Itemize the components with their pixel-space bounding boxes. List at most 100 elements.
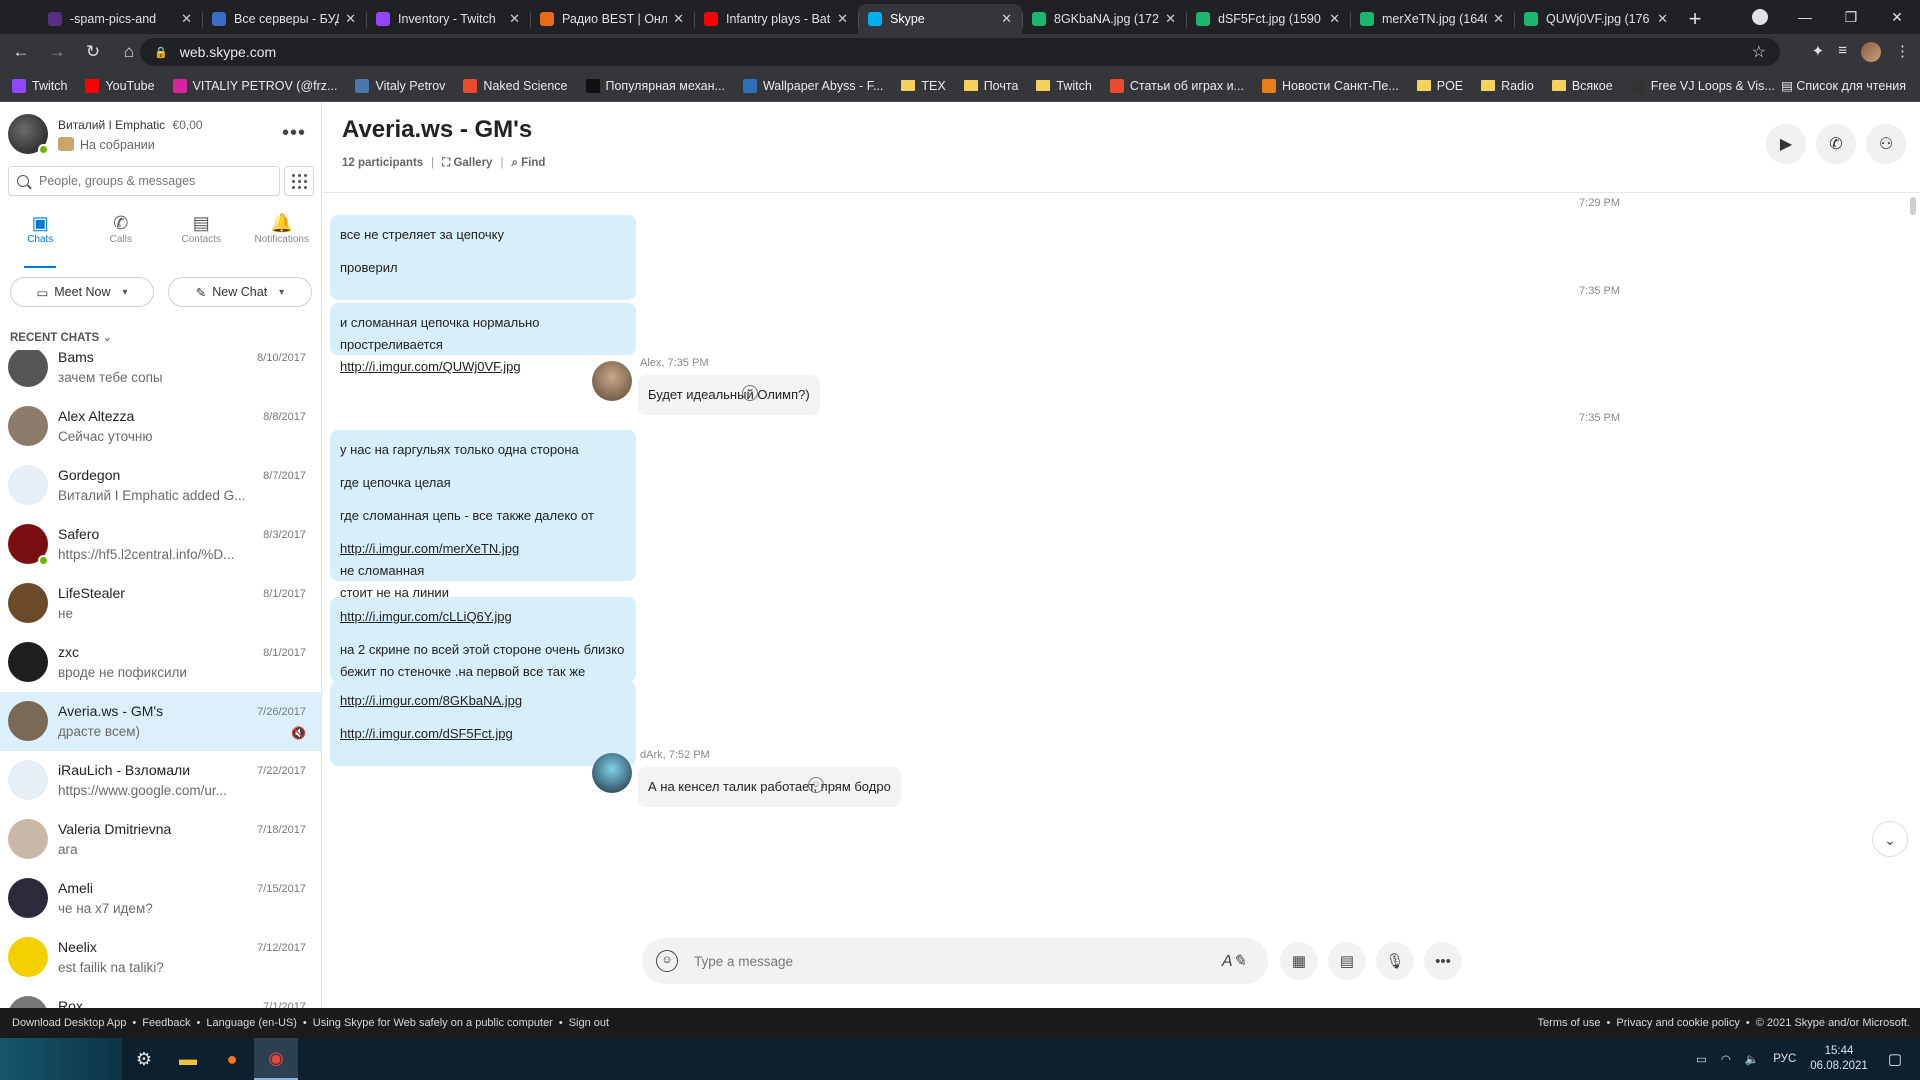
minimize-icon[interactable]: — <box>1782 9 1828 25</box>
maximize-icon[interactable]: ❐ <box>1828 9 1874 26</box>
find-link[interactable]: ⌕ Find <box>511 157 545 170</box>
chat-list-item[interactable]: LifeStealer не 8/1/2017 <box>0 574 322 633</box>
wifi-icon[interactable]: ◠ <box>1721 1052 1731 1066</box>
avatar[interactable] <box>592 753 632 793</box>
bookmark-item[interactable]: Radio <box>1481 79 1534 93</box>
chrome-profile-icon[interactable] <box>1752 9 1768 25</box>
bookmark-item[interactable]: Статьи об играх и... <box>1109 78 1244 93</box>
tab-close-icon[interactable]: ✕ <box>837 11 848 27</box>
close-window-icon[interactable]: ✕ <box>1874 9 1920 26</box>
reading-list-icon[interactable]: ≡ <box>1838 42 1847 62</box>
chat-list-item[interactable]: zxc вроде не пофиксили 8/1/2017 <box>0 633 322 692</box>
notification-center-icon[interactable]: ▢ <box>1888 1050 1902 1068</box>
url-bar[interactable]: 🔒 web.skype.com ☆ <box>140 38 1780 66</box>
tab-close-icon[interactable]: ✕ <box>181 11 192 27</box>
browser-tab[interactable]: 8GKbaNA.jpg (172 ✕ <box>1022 4 1186 34</box>
add-reaction-icon[interactable]: ☺ <box>808 777 824 793</box>
new-chat-button[interactable]: ✎ New Chat ▾ <box>168 277 312 307</box>
bookmark-item[interactable]: Популярная механ... <box>585 78 725 93</box>
gallery-link[interactable]: ⛶ Gallery <box>442 157 492 170</box>
browser-tab[interactable]: dSF5Fct.jpg (1590 ✕ <box>1186 4 1350 34</box>
avatar[interactable] <box>592 361 632 401</box>
clock[interactable]: 15:44 06.08.2021 <box>1810 1044 1868 1074</box>
settings-gear-icon[interactable]: ⚙ <box>122 1038 166 1080</box>
nav-contacts[interactable]: ▤ Contacts <box>161 208 242 264</box>
recent-chats-header[interactable]: RECENT CHATS ⌄ <box>10 330 112 344</box>
browser-tab[interactable]: Радио BEST | Онла ✕ <box>530 4 694 34</box>
footer-link[interactable]: Feedback <box>142 1017 190 1029</box>
browser-tab[interactable]: merXeTN.jpg (1640 ✕ <box>1350 4 1514 34</box>
reading-list-button[interactable]: ▤ Список для чтения <box>1781 78 1906 93</box>
firefox-icon[interactable]: ● <box>210 1038 254 1080</box>
bookmark-item[interactable]: Почта <box>963 79 1018 93</box>
start-button[interactable] <box>0 1038 122 1080</box>
add-reaction-icon[interactable]: ☺ <box>742 385 758 401</box>
scrollbar-thumb[interactable] <box>1910 197 1916 215</box>
tab-close-icon[interactable]: ✕ <box>1001 11 1012 27</box>
reload-icon[interactable]: ↻ <box>78 42 108 62</box>
chat-list-item[interactable]: Gordegon Виталий I Emphatic added G... 8/7… <box>0 456 322 515</box>
voice-message-button[interactable]: 🎙 <box>1376 942 1414 980</box>
chat-list-item[interactable]: Ameli че на x7 идем? 7/15/2017 <box>0 869 322 928</box>
bookmark-item[interactable]: YouTube <box>85 78 155 93</box>
chat-list-item[interactable]: iRauLich - Взломали https://www.google.co… <box>0 751 322 810</box>
chat-list-item[interactable]: Valeria Dmitrievna ага 7/18/2017 <box>0 810 322 869</box>
browser-menu-icon[interactable]: ⋮ <box>1895 42 1910 62</box>
footer-link[interactable]: Terms of use <box>1538 1017 1601 1029</box>
add-people-button[interactable]: ⚇ <box>1866 124 1906 164</box>
tab-close-icon[interactable]: ✕ <box>1657 11 1668 27</box>
footer-link[interactable]: Language (en-US) <box>206 1017 297 1029</box>
browser-tab[interactable]: Все серверы - БУДЕ ✕ <box>202 4 366 34</box>
file-explorer-icon[interactable]: ▬ <box>166 1038 210 1080</box>
dialpad-icon[interactable] <box>284 166 314 196</box>
more-options-icon[interactable]: ••• <box>282 122 306 145</box>
footer-link[interactable]: Sign out <box>569 1017 609 1029</box>
meet-now-button[interactable]: ▭ Meet Now ▾ <box>10 277 154 307</box>
profile-card[interactable]: Виталий I Emphatic €0,00 На собрании ••• <box>8 110 314 162</box>
volume-icon[interactable]: 🔈 <box>1745 1052 1759 1066</box>
message-list[interactable]: ⌄ 7:29 PM все не стреляет за цепочку прове… <box>322 193 1920 913</box>
chat-list-item[interactable]: Rox 7/1/2017 <box>0 987 322 1008</box>
video-call-button[interactable]: ▶ <box>1766 124 1806 164</box>
language-indicator[interactable]: РУС <box>1773 1053 1796 1065</box>
footer-link[interactable]: Privacy and cookie policy <box>1616 1017 1740 1029</box>
bookmark-item[interactable]: Naked Science <box>463 78 568 93</box>
conversation-title[interactable]: Averia.ws - GM's <box>342 116 532 144</box>
chrome-taskbar-icon[interactable]: ◉ <box>254 1038 298 1080</box>
profile-avatar[interactable] <box>1861 42 1881 62</box>
browser-tab[interactable]: Infantry plays - Bat ✕ <box>694 4 858 34</box>
format-text-icon[interactable]: A✎ <box>1222 951 1246 971</box>
forward-icon[interactable]: → <box>42 42 72 62</box>
bookmark-item[interactable]: Wallpaper Abyss - F... <box>742 78 883 93</box>
footer-link[interactable]: Download Desktop App <box>12 1017 126 1029</box>
bookmark-item[interactable]: Free VJ Loops & Vis... <box>1630 78 1775 93</box>
message-input[interactable]: ☺ Type a message A✎ <box>642 938 1268 984</box>
bookmark-star-icon[interactable]: ☆ <box>1752 42 1766 62</box>
extensions-icon[interactable]: ✦ <box>1812 42 1825 62</box>
tab-close-icon[interactable]: ✕ <box>1329 11 1340 27</box>
scroll-to-bottom-button[interactable]: ⌄ <box>1872 821 1908 857</box>
bookmark-item[interactable]: VITALIY PETROV (@frz... <box>172 78 337 93</box>
chat-list-item[interactable]: Bams зачем тебе сопы 8/10/2017 <box>0 350 322 397</box>
back-icon[interactable]: ← <box>6 42 36 62</box>
browser-tab[interactable]: QUWj0VF.jpg (176 ✕ <box>1514 4 1678 34</box>
tab-close-icon[interactable]: ✕ <box>673 11 684 27</box>
tab-close-icon[interactable]: ✕ <box>345 11 356 27</box>
send-contact-button[interactable]: ▤ <box>1328 942 1366 980</box>
message-link[interactable]: http://i.imgur.com/dSF5Fct.jpg <box>340 726 513 741</box>
bookmark-item[interactable]: Новости Санкт-Пе... <box>1261 78 1399 93</box>
send-file-button[interactable]: ▦ <box>1280 942 1318 980</box>
new-tab-icon[interactable]: + <box>1678 4 1712 34</box>
tab-close-icon[interactable]: ✕ <box>509 11 520 27</box>
browser-tab[interactable]: Skype ✕ <box>858 4 1022 34</box>
message-link[interactable]: http://i.imgur.com/merXeTN.jpg <box>340 541 519 556</box>
message-link[interactable]: http://i.imgur.com/8GKbaNA.jpg <box>340 693 522 708</box>
chat-list-item[interactable]: Neelix est failik na taliki? 7/12/2017 <box>0 928 322 987</box>
footer-link[interactable]: © 2021 Skype and/or Microsoft. <box>1756 1017 1910 1029</box>
nav-notifications[interactable]: 🔔 Notifications <box>242 208 323 264</box>
bookmark-item[interactable]: Twitch <box>1036 79 1092 93</box>
lock-icon[interactable]: 🔒 <box>154 46 168 59</box>
browser-tab[interactable]: -spam-pics-and ✕ <box>38 4 202 34</box>
footer-link[interactable]: Using Skype for Web safely on a public c… <box>313 1017 553 1029</box>
profile-status[interactable]: На собрании <box>58 137 155 152</box>
